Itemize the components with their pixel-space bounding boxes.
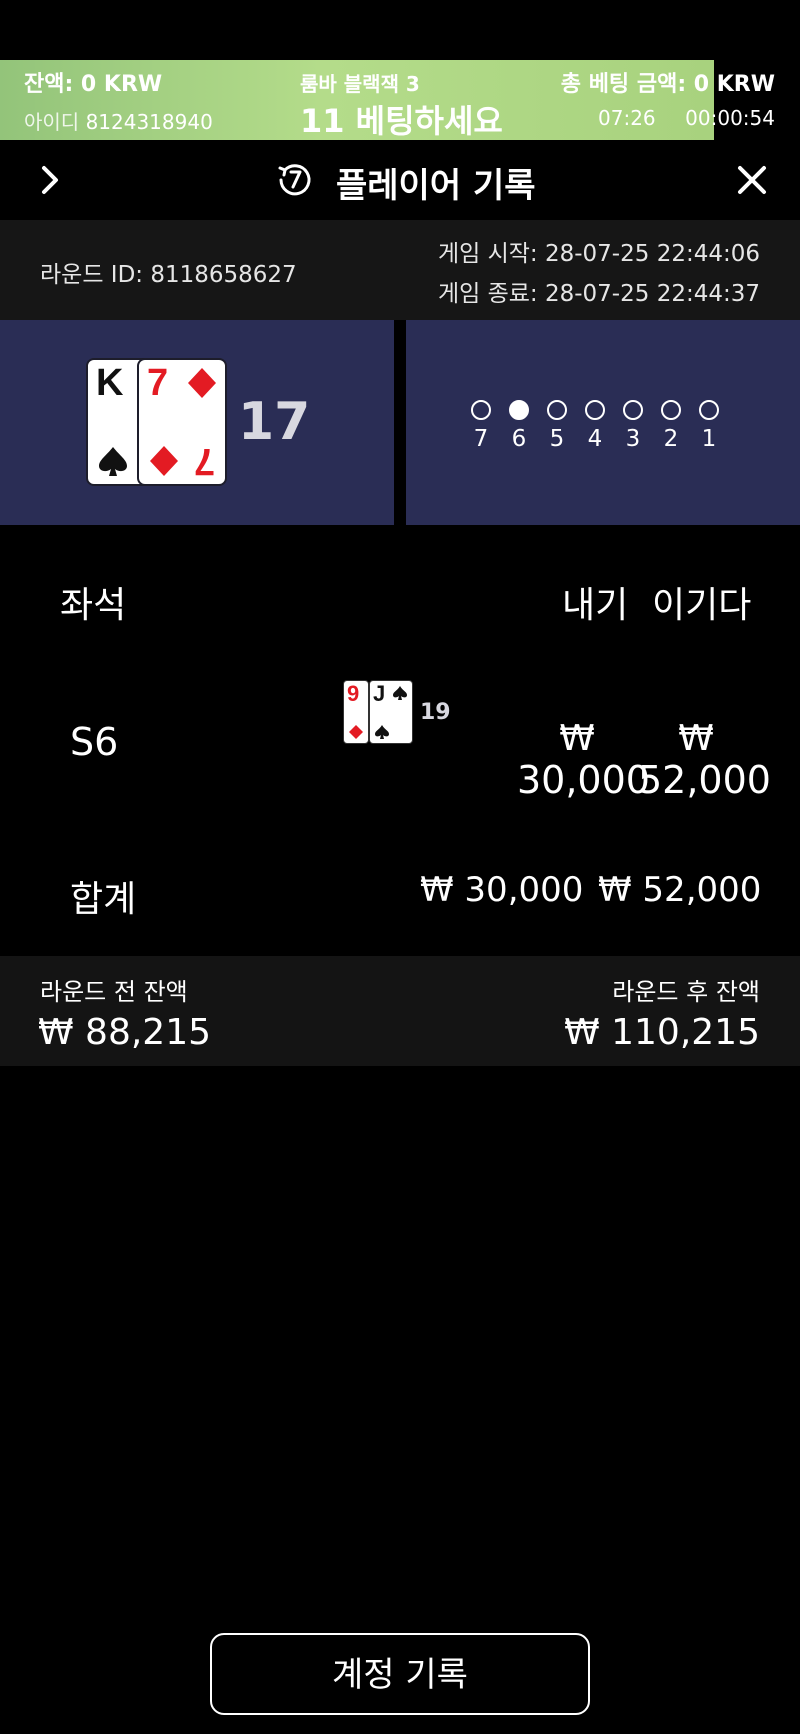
- card-rank-inverted: 7: [193, 440, 215, 482]
- game-end-time: 게임 종료: 28-07-25 22:44:37: [437, 281, 760, 307]
- user-id-value: 8124318940: [85, 110, 213, 134]
- seat-dot: [547, 400, 567, 420]
- page-title: 플레이어 기록: [336, 166, 536, 206]
- balance-after-value: ₩ 110,215: [564, 1012, 760, 1053]
- seat-6[interactable]: 6: [504, 400, 534, 452]
- seat-number: 7: [473, 426, 489, 452]
- bet-currency: ₩: [559, 718, 595, 759]
- seat-number: 1: [701, 426, 717, 452]
- close-icon[interactable]: [734, 162, 770, 198]
- table-name: 룸바 블랙잭 3: [300, 72, 420, 96]
- seat-7[interactable]: 7: [466, 400, 496, 452]
- user-id: 아이디 8124318940: [24, 106, 213, 135]
- balance-after-label: 라운드 후 잔액: [612, 978, 760, 1006]
- clock: 07:26: [598, 106, 656, 130]
- total-win: ₩ 52,000: [598, 870, 762, 910]
- total-bet: ₩ 30,000: [420, 870, 584, 910]
- session-timer: 00:00:54: [685, 106, 775, 130]
- balance-text: 잔액: 0 KRW: [24, 72, 163, 97]
- betting-status: 11 베팅하세요: [300, 102, 503, 140]
- chevron-right-icon[interactable]: [32, 162, 68, 198]
- account-history-button[interactable]: 계정 기록: [210, 1633, 590, 1715]
- seat-dot: [585, 400, 605, 420]
- seat-dot: [661, 400, 681, 420]
- balance-summary: 라운드 전 잔액 ₩ 88,215 라운드 후 잔액 ₩ 110,215: [0, 956, 800, 1066]
- diamond-icon: [150, 446, 178, 476]
- user-id-label: 아이디: [24, 110, 80, 134]
- bet-amount: 30,000: [517, 758, 650, 802]
- balance-before-label: 라운드 전 잔액: [40, 978, 188, 1006]
- seat-dot: [699, 400, 719, 420]
- seat-number: 5: [549, 426, 565, 452]
- spade-icon: [375, 725, 389, 739]
- diamond-icon: [349, 725, 363, 739]
- round-info: 라운드 ID: 8118658627 게임 시작: 28-07-25 22:44…: [0, 220, 800, 320]
- row-seat-label: S6: [70, 720, 119, 764]
- game-start-time: 게임 시작: 28-07-25 22:44:06: [437, 241, 760, 267]
- header-seat: 좌석: [60, 585, 127, 626]
- player-card-2: J: [369, 680, 413, 744]
- spade-icon: [99, 447, 127, 476]
- seat-number: 2: [663, 426, 679, 452]
- header-win: 이기다: [652, 585, 752, 626]
- seat-1[interactable]: 1: [694, 400, 724, 452]
- seat-5[interactable]: 5: [542, 400, 572, 452]
- card-rank: 9: [347, 681, 360, 706]
- round-id: 라운드 ID: 8118658627: [40, 262, 297, 288]
- seat-4[interactable]: 4: [580, 400, 610, 452]
- seats-panel: 7 6 5 4 3 2 1: [406, 320, 800, 525]
- seat-3[interactable]: 3: [618, 400, 648, 452]
- seat-dot: [623, 400, 643, 420]
- seat-2[interactable]: 2: [656, 400, 686, 452]
- seat-number: 3: [625, 426, 641, 452]
- card-rank: K: [96, 362, 124, 404]
- total-bet-text: 총 베팅 금액: 0 KRW: [560, 72, 775, 97]
- spade-icon: [393, 686, 407, 700]
- total-label: 합계: [70, 879, 137, 920]
- win-currency: ₩: [678, 718, 714, 759]
- diamond-icon: [188, 368, 216, 398]
- win-amount: 52,000: [638, 758, 771, 802]
- seat-number: 6: [511, 426, 527, 452]
- dealer-card-2: 7 7: [137, 358, 227, 486]
- dealer-hand-total: 17: [238, 392, 311, 452]
- seat-number: 4: [587, 426, 603, 452]
- panel-header: 플레이어 기록: [0, 140, 800, 220]
- player-card-1: 9: [343, 680, 369, 744]
- seat-dot: [471, 400, 491, 420]
- player-hand-total: 19: [420, 700, 451, 725]
- card-rank: J: [373, 681, 386, 706]
- card-rank: 7: [147, 362, 169, 404]
- seat-dot-active: [509, 400, 529, 420]
- balance-before-value: ₩ 88,215: [38, 1012, 212, 1053]
- header-bet: 내기: [562, 585, 629, 626]
- history-icon: [278, 164, 311, 196]
- dealer-hand-panel: K 7 7 17: [0, 320, 394, 525]
